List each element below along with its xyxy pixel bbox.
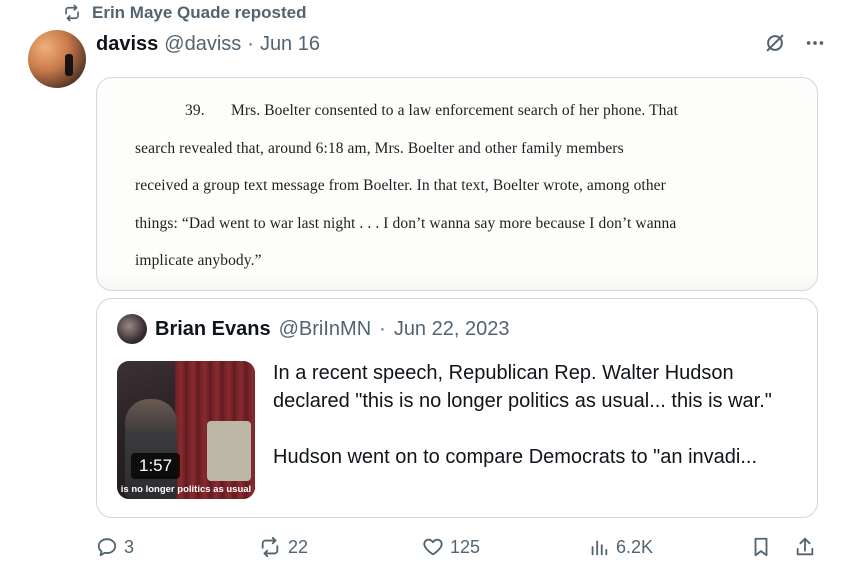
document-line-4: things: “Dad went to war last night . . … (135, 214, 677, 232)
reply-count: 3 (124, 536, 135, 557)
post-header: daviss @daviss · Jun 16 (96, 30, 320, 58)
quoted-author-handle: @BriInMN (278, 317, 372, 340)
post-date[interactable]: Jun 16 (260, 33, 320, 56)
share-button[interactable] (794, 530, 816, 564)
quoted-video-thumbnail[interactable]: 1:57 is no longer politics as usual (117, 361, 255, 499)
like-button[interactable]: 125 (422, 530, 480, 564)
video-duration: 1:57 (131, 453, 181, 479)
dot-separator: · (379, 317, 386, 340)
document-line-2: search revealed that, around 6:18 am, Mr… (135, 139, 624, 157)
post-top-icons (764, 32, 826, 54)
repost-button[interactable]: 22 (258, 530, 308, 564)
quoted-avatar (117, 314, 147, 344)
document-line-3: received a group text message from Boelt… (135, 177, 666, 194)
paragraph-number: 39. (185, 102, 205, 119)
repost-text: Erin Maye Quade reposted (92, 3, 307, 22)
heart-icon (422, 536, 444, 558)
repost-icon (62, 4, 82, 22)
like-count: 125 (450, 536, 481, 557)
repost-header[interactable]: Erin Maye Quade reposted (62, 2, 306, 24)
document-line-1: 39. Mrs. Boelter consented to a law enfor… (135, 92, 747, 130)
repost-icon (258, 536, 282, 558)
video-caption: is no longer politics as usual (120, 484, 252, 495)
author-handle[interactable]: @daviss (164, 33, 241, 56)
quoted-text: In a recent speech, Republican Rep. Walt… (273, 359, 793, 471)
more-icon[interactable] (804, 32, 826, 54)
share-icon (794, 536, 816, 558)
views-icon (588, 536, 610, 558)
grok-icon[interactable] (764, 32, 786, 54)
bookmark-button[interactable] (750, 530, 772, 564)
dot-separator: · (247, 32, 254, 55)
quoted-text-paragraph-2: Hudson went on to compare Democrats to "… (273, 446, 758, 468)
quoted-header: Brian Evans @BriInMN · Jun 22, 2023 (117, 314, 509, 344)
document-fade (97, 272, 817, 290)
reply-button[interactable]: 3 (96, 530, 134, 564)
document-line-1-text: Mrs. Boelter consented to a law enforcem… (231, 102, 678, 119)
author-name[interactable]: daviss (96, 33, 158, 56)
reply-icon (96, 536, 118, 558)
views-button[interactable]: 6.2K (588, 530, 653, 564)
document-text: 39. Mrs. Boelter consented to a law enfor… (135, 92, 747, 280)
author-avatar[interactable] (28, 30, 86, 88)
views-count: 6.2K (616, 536, 654, 557)
quoted-post[interactable]: Brian Evans @BriInMN · Jun 22, 2023 1:57… (96, 298, 818, 518)
quoted-date: Jun 22, 2023 (393, 317, 510, 340)
bookmark-icon (750, 536, 772, 558)
post-actions: 3 22 125 6.2K (96, 530, 820, 564)
post-image-document[interactable]: 39. Mrs. Boelter consented to a law enfor… (96, 77, 818, 291)
quoted-author-name: Brian Evans (155, 317, 271, 340)
quoted-text-paragraph-1: In a recent speech, Republican Rep. Walt… (273, 362, 772, 412)
repost-count: 22 (288, 536, 309, 557)
